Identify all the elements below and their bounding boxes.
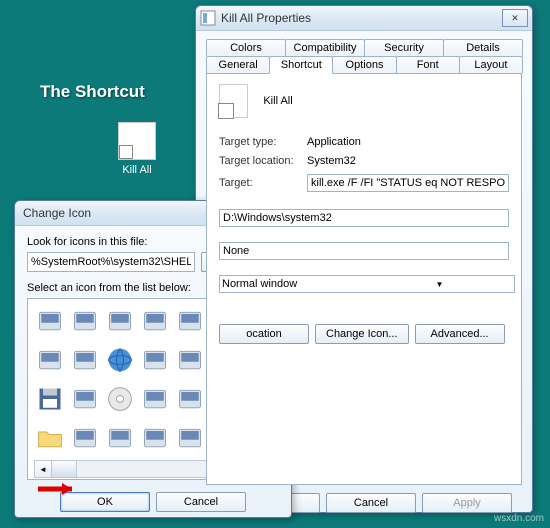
cancel-button[interactable]: Cancel (156, 492, 246, 512)
tabs: Colors Compatibility Security Details Ge… (206, 39, 522, 485)
open-location-button[interactable]: ocation (219, 324, 309, 344)
change-icon-button[interactable]: Change Icon... (315, 324, 409, 344)
tab-content: Target type: Application Target location… (206, 73, 522, 485)
properties-title: Kill All Properties (221, 11, 311, 25)
tab-options[interactable]: Options (332, 56, 396, 73)
chip-icon[interactable] (139, 305, 171, 337)
cd3-icon[interactable] (104, 422, 136, 454)
watermark: wsxdn.com (494, 513, 544, 524)
properties-window: Kill All Properties ✕ Colors Compatibili… (195, 5, 533, 513)
scroll-thumb[interactable] (52, 461, 77, 477)
apply-button[interactable]: Apply (422, 493, 512, 513)
change-icon-title: Change Icon (23, 206, 91, 220)
target-field[interactable] (307, 174, 509, 192)
app-icon[interactable] (104, 305, 136, 337)
tab-compatibility[interactable]: Compatibility (285, 39, 365, 56)
scroll-left-icon[interactable]: ◄ (35, 461, 52, 477)
grid-icon[interactable] (174, 422, 206, 454)
doc-icon[interactable] (34, 344, 66, 376)
tab-layout[interactable]: Layout (459, 56, 523, 73)
chevron-down-icon: ▼ (367, 277, 512, 291)
floppy-icon[interactable] (34, 383, 66, 415)
file-icon[interactable] (34, 305, 66, 337)
optical-icon[interactable] (139, 344, 171, 376)
drive2-icon[interactable] (174, 344, 206, 376)
run-value: Normal window (222, 278, 367, 290)
tab-details[interactable]: Details (443, 39, 523, 56)
shortcut-icon: ↗ (118, 122, 156, 160)
floppy2-icon[interactable] (139, 383, 171, 415)
shortcutkey-field[interactable] (219, 242, 509, 260)
shortcut-name-field[interactable] (260, 93, 509, 109)
cancel-button[interactable]: Cancel (326, 493, 416, 513)
target-location-value: System32 (307, 155, 509, 167)
target-location-label: Target location: (219, 155, 307, 167)
netdrive-icon[interactable] (174, 383, 206, 415)
folder-icon[interactable] (34, 422, 66, 454)
app-icon (219, 84, 248, 118)
drive4-icon[interactable] (69, 422, 101, 454)
tab-shortcut[interactable]: Shortcut (269, 56, 333, 74)
hdd-icon[interactable] (69, 344, 101, 376)
target-type-label: Target type: (219, 136, 307, 148)
window-icon (200, 10, 216, 26)
disc-icon[interactable] (174, 305, 206, 337)
tab-general[interactable]: General (206, 56, 270, 73)
target-type-value: Application (307, 136, 509, 148)
desktop-shortcut[interactable]: ↗ Kill All (113, 122, 161, 176)
tab-font[interactable]: Font (396, 56, 460, 73)
cd-icon[interactable] (104, 383, 136, 415)
annotation-title: The Shortcut (40, 82, 145, 102)
keyboard-icon[interactable] (139, 422, 171, 454)
properties-titlebar[interactable]: Kill All Properties ✕ (196, 6, 532, 31)
annotation-arrow (38, 480, 82, 498)
close-button[interactable]: ✕ (502, 9, 528, 27)
target-label: Target: (219, 177, 307, 189)
globe-icon[interactable] (104, 344, 136, 376)
startin-field[interactable] (219, 209, 509, 227)
shortcut-label: Kill All (113, 164, 161, 176)
icon-path-field[interactable] (27, 252, 195, 272)
run-combo[interactable]: Normal window ▼ (219, 275, 515, 293)
tab-security[interactable]: Security (364, 39, 444, 56)
drive3-icon[interactable] (69, 383, 101, 415)
image-icon[interactable] (69, 305, 101, 337)
advanced-button[interactable]: Advanced... (415, 324, 505, 344)
tab-colors[interactable]: Colors (206, 39, 286, 56)
